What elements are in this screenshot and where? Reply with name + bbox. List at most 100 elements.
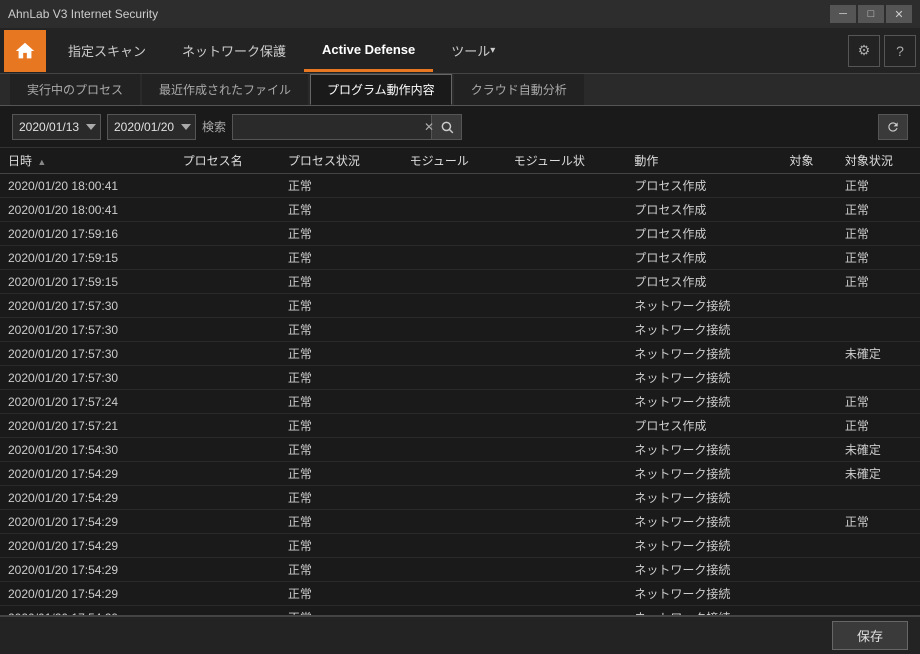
close-button[interactable]: ✕ xyxy=(886,5,912,23)
table-cell-11-6 xyxy=(781,438,836,462)
save-button[interactable]: 保存 xyxy=(832,621,908,650)
table-cell-13-4 xyxy=(506,486,627,510)
table-cell-15-7 xyxy=(837,534,920,558)
tab-running-processes[interactable]: 実行中のプロセス xyxy=(10,74,140,105)
table-row[interactable]: 2020/01/20 18:00:41正常プロセス作成正常 xyxy=(0,198,920,222)
search-clear-button[interactable]: ✕ xyxy=(424,121,434,133)
search-input[interactable] xyxy=(232,114,432,140)
table-cell-6-7 xyxy=(837,318,920,342)
table-cell-12-1 xyxy=(175,462,280,486)
table-cell-9-7: 正常 xyxy=(837,390,920,414)
table-cell-11-3 xyxy=(402,438,506,462)
table-row[interactable]: 2020/01/20 17:57:30正常ネットワーク接続 xyxy=(0,366,920,390)
table-cell-0-1 xyxy=(175,174,280,198)
table-cell-14-1 xyxy=(175,510,280,534)
footer: 保存 xyxy=(0,616,920,654)
table-row[interactable]: 2020/01/20 17:57:30正常ネットワーク接続 xyxy=(0,318,920,342)
table-row[interactable]: 2020/01/20 17:57:30正常ネットワーク接続 xyxy=(0,294,920,318)
table-cell-8-1 xyxy=(175,366,280,390)
table-cell-15-5: ネットワーク接続 xyxy=(626,534,781,558)
menu-item-tools[interactable]: ツール xyxy=(433,30,513,72)
table-row[interactable]: 2020/01/20 17:54:29正常ネットワーク接続未確定 xyxy=(0,462,920,486)
tab-program-actions[interactable]: プログラム動作内容 xyxy=(310,74,452,105)
table-row[interactable]: 2020/01/20 17:54:29正常ネットワーク接続 xyxy=(0,558,920,582)
minimize-button[interactable]: ─ xyxy=(830,5,856,23)
table-cell-18-4 xyxy=(506,606,627,617)
menu-item-network[interactable]: ネットワーク保護 xyxy=(164,30,304,72)
table-cell-1-1 xyxy=(175,198,280,222)
table-cell-12-0: 2020/01/20 17:54:29 xyxy=(0,462,175,486)
table-row[interactable]: 2020/01/20 17:59:16正常プロセス作成正常 xyxy=(0,222,920,246)
table-cell-6-3 xyxy=(402,318,506,342)
table-cell-15-2: 正常 xyxy=(280,534,402,558)
date-from-select[interactable]: 2020/01/132020/01/142020/01/152020/01/16… xyxy=(12,114,101,140)
table-cell-16-6 xyxy=(781,558,836,582)
table-cell-13-6 xyxy=(781,486,836,510)
table-cell-15-1 xyxy=(175,534,280,558)
table-row[interactable]: 2020/01/20 17:54:29 正常 ネットワーク接続 xyxy=(0,534,920,558)
table-cell-9-4 xyxy=(506,390,627,414)
table-row[interactable]: 2020/01/20 18:00:41正常プロセス作成正常 xyxy=(0,174,920,198)
table-cell-4-5: プロセス作成 xyxy=(626,270,781,294)
table-cell-17-7 xyxy=(837,582,920,606)
table-container[interactable]: 日時 ▲ プロセス名 プロセス状況 モジュール モジュール状 動作 xyxy=(0,148,920,616)
table-cell-11-5: ネットワーク接続 xyxy=(626,438,781,462)
table-cell-15-0: 2020/01/20 17:54:29 xyxy=(0,534,175,558)
help-button[interactable]: ? xyxy=(884,35,916,67)
table-cell-11-2: 正常 xyxy=(280,438,402,462)
table-cell-3-0: 2020/01/20 17:59:15 xyxy=(0,246,175,270)
table-cell-10-1 xyxy=(175,414,280,438)
date-to-select[interactable]: 2020/01/132020/01/142020/01/152020/01/16… xyxy=(107,114,196,140)
tab-recent-files[interactable]: 最近作成されたファイル xyxy=(142,74,308,105)
table-cell-13-3 xyxy=(402,486,506,510)
table-row[interactable]: 2020/01/20 17:59:15正常プロセス作成正常 xyxy=(0,270,920,294)
restore-button[interactable]: □ xyxy=(858,5,884,23)
col-header-process-status: プロセス状況 xyxy=(280,148,402,174)
table-row[interactable]: 2020/01/20 17:54:29正常ネットワーク接続 xyxy=(0,606,920,617)
search-button[interactable] xyxy=(432,114,462,140)
menu-item-active-defense[interactable]: Active Defense xyxy=(304,30,433,72)
table-cell-2-7: 正常 xyxy=(837,222,920,246)
col-header-module-status: モジュール状 xyxy=(506,148,627,174)
table-cell-1-0: 2020/01/20 18:00:41 xyxy=(0,198,175,222)
table-row[interactable]: 2020/01/20 17:57:30正常ネットワーク接続未確定 xyxy=(0,342,920,366)
settings-button[interactable]: ⚙ xyxy=(848,35,880,67)
table-cell-18-0: 2020/01/20 17:54:29 xyxy=(0,606,175,617)
table-cell-3-1 xyxy=(175,246,280,270)
table-cell-16-3 xyxy=(402,558,506,582)
table-cell-2-2: 正常 xyxy=(280,222,402,246)
table-header-row: 日時 ▲ プロセス名 プロセス状況 モジュール モジュール状 動作 xyxy=(0,148,920,174)
table-cell-9-2: 正常 xyxy=(280,390,402,414)
table-cell-0-2: 正常 xyxy=(280,174,402,198)
table-row[interactable]: 2020/01/20 17:57:24正常ネットワーク接続正常 xyxy=(0,390,920,414)
table-cell-14-2: 正常 xyxy=(280,510,402,534)
table-cell-2-4 xyxy=(506,222,627,246)
table-row[interactable]: 2020/01/20 17:54:29正常ネットワーク接続 xyxy=(0,486,920,510)
col-header-module: モジュール xyxy=(402,148,506,174)
table-cell-17-2: 正常 xyxy=(280,582,402,606)
table-cell-16-1 xyxy=(175,558,280,582)
table-cell-15-3 xyxy=(402,534,506,558)
table-cell-2-0: 2020/01/20 17:59:16 xyxy=(0,222,175,246)
table-cell-18-2: 正常 xyxy=(280,606,402,617)
table-cell-14-6 xyxy=(781,510,836,534)
table-cell-8-6 xyxy=(781,366,836,390)
table-cell-18-3 xyxy=(402,606,506,617)
table-row[interactable]: 2020/01/20 17:54:29正常ネットワーク接続正常 xyxy=(0,510,920,534)
table-row[interactable]: 2020/01/20 17:54:29正常ネットワーク接続 xyxy=(0,582,920,606)
table-cell-16-4 xyxy=(506,558,627,582)
table-cell-13-2: 正常 xyxy=(280,486,402,510)
tab-cloud-analysis[interactable]: クラウド自動分析 xyxy=(454,74,584,105)
table-row[interactable]: 2020/01/20 17:57:21正常プロセス作成正常 xyxy=(0,414,920,438)
refresh-button[interactable] xyxy=(878,114,908,140)
table-cell-5-2: 正常 xyxy=(280,294,402,318)
home-button[interactable] xyxy=(4,30,46,72)
table-cell-14-7: 正常 xyxy=(837,510,920,534)
table-cell-6-2: 正常 xyxy=(280,318,402,342)
table-row[interactable]: 2020/01/20 17:59:15正常プロセス作成正常 xyxy=(0,246,920,270)
table-row[interactable]: 2020/01/20 17:54:30正常ネットワーク接続未確定 xyxy=(0,438,920,462)
table-cell-16-2: 正常 xyxy=(280,558,402,582)
table-cell-3-4 xyxy=(506,246,627,270)
menu-item-scan[interactable]: 指定スキャン xyxy=(50,30,164,72)
table-cell-3-2: 正常 xyxy=(280,246,402,270)
